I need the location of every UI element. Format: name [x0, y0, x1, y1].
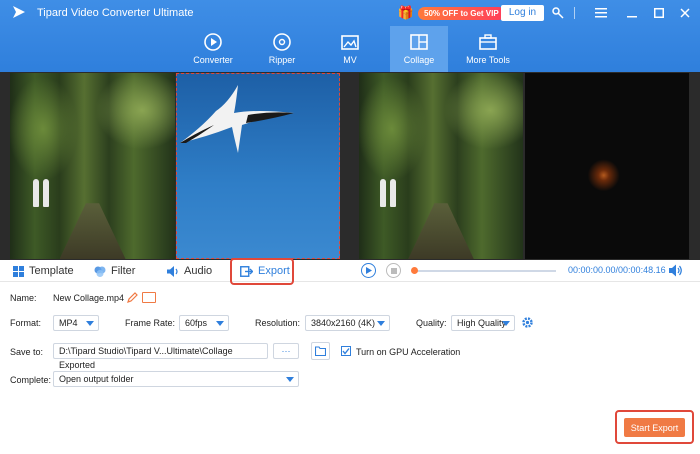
quality-label: Quality:	[416, 318, 447, 328]
chevron-down-icon	[86, 321, 94, 326]
tab-template[interactable]: Template	[13, 260, 74, 282]
framerate-value: 60fps	[185, 318, 208, 328]
checkmark-icon	[342, 348, 350, 355]
title-bar: Tipard Video Converter Ultimate 🎁 50% OF…	[0, 0, 700, 72]
format-value: MP4	[59, 318, 78, 328]
play-button[interactable]	[361, 263, 376, 278]
preview-forest	[359, 73, 523, 259]
mv-icon	[339, 31, 361, 53]
nav-tab-converter[interactable]: Converter	[184, 26, 242, 72]
quality-value: High Quality	[457, 318, 507, 328]
format-select[interactable]: MP4	[53, 315, 99, 331]
resolution-label: Resolution:	[255, 318, 301, 328]
nav-tab-mv[interactable]: MV	[321, 26, 379, 72]
export-tab-highlight	[230, 258, 294, 285]
nav-label: Collage	[403, 55, 435, 65]
browse-label: ···	[281, 346, 291, 356]
edit-tabs: Template Filter Audio Export	[0, 260, 350, 282]
forest-path	[408, 203, 474, 259]
nav-tab-ripper[interactable]: Ripper	[253, 26, 311, 72]
edit-name-icon[interactable]	[127, 292, 138, 303]
login-button[interactable]: Log in	[501, 5, 544, 21]
saveto-path-field[interactable]: D:\Tipard Studio\Tipard V...Ultimate\Col…	[53, 343, 268, 370]
chevron-down-icon	[377, 321, 385, 326]
toolbox-icon	[477, 31, 499, 53]
saveto-value: D:\Tipard Studio\Tipard V...Ultimate\Col…	[59, 346, 233, 370]
nav-label: More Tools	[466, 55, 510, 65]
resolution-select[interactable]: 3840x2160 (4K)	[305, 315, 390, 331]
gift-icon: 🎁	[397, 5, 415, 20]
tab-label: Filter	[111, 265, 136, 277]
app-logo-icon	[13, 6, 25, 18]
ripper-icon	[271, 31, 293, 53]
figure-shape	[380, 179, 386, 207]
gpu-acceleration-checkbox[interactable]	[341, 346, 351, 356]
preview-area	[0, 72, 700, 260]
complete-label: Complete:	[10, 375, 52, 385]
playback-time: 00:00:00.00/00:00:48.16	[568, 265, 666, 275]
selected-cell-outline	[176, 73, 340, 259]
format-label: Format:	[10, 318, 42, 328]
folder-icon	[315, 346, 326, 356]
progress-knob[interactable]	[411, 267, 418, 274]
hd-badge-icon[interactable]	[142, 292, 156, 303]
speaker-icon	[167, 265, 179, 277]
app-title: Tipard Video Converter Ultimate	[37, 7, 194, 19]
nav-label: MV	[343, 55, 357, 65]
open-folder-button[interactable]	[311, 342, 330, 360]
forest-path	[59, 203, 126, 259]
collage-icon	[408, 31, 430, 53]
vip-promo-label: 50% OFF to Get VIP	[418, 6, 505, 20]
progress-track[interactable]	[414, 270, 556, 272]
filter-icon	[94, 266, 106, 277]
chevron-down-icon	[216, 321, 224, 326]
minimize-icon[interactable]	[625, 6, 639, 19]
tab-label: Template	[29, 265, 74, 277]
key-icon[interactable]	[551, 6, 565, 19]
complete-action-select[interactable]: Open output folder	[53, 371, 299, 387]
gear-icon[interactable]	[521, 316, 534, 329]
tab-audio[interactable]: Audio	[167, 260, 212, 282]
tab-label: Audio	[184, 265, 213, 277]
nav-label: Ripper	[268, 55, 296, 65]
browse-button[interactable]: ···	[273, 343, 299, 359]
chevron-down-icon	[502, 321, 510, 326]
name-label: Name:	[10, 293, 37, 303]
close-icon[interactable]	[678, 6, 692, 19]
stop-icon	[390, 267, 397, 274]
nav-tab-more-tools[interactable]: More Tools	[459, 26, 517, 72]
collage-cell-forest[interactable]	[10, 73, 175, 259]
nav-label: Converter	[193, 55, 233, 65]
maximize-icon[interactable]	[652, 6, 666, 19]
framerate-select[interactable]: 60fps	[179, 315, 229, 331]
menu-icon[interactable]	[594, 6, 608, 19]
play-icon	[366, 267, 372, 274]
stop-button[interactable]	[386, 263, 401, 278]
figure-shape	[43, 179, 49, 207]
framerate-label: Frame Rate:	[125, 318, 176, 328]
file-name-value: New Collage.mp4	[53, 293, 125, 303]
tab-filter[interactable]: Filter	[94, 260, 135, 282]
converter-icon	[202, 31, 224, 53]
preview-dark	[525, 73, 689, 259]
resolution-value: 3840x2160 (4K)	[311, 318, 376, 328]
template-icon	[13, 265, 24, 277]
saveto-label: Save to:	[10, 347, 44, 357]
figure-shape	[390, 179, 396, 207]
complete-value: Open output folder	[59, 374, 134, 384]
quality-select[interactable]: High Quality	[451, 315, 515, 331]
player-controls: 00:00:00.00/00:00:48.16	[350, 260, 700, 282]
volume-icon[interactable]	[669, 264, 683, 277]
figure-shape	[33, 179, 39, 207]
vip-promo[interactable]: 🎁 50% OFF to Get VIP	[398, 5, 505, 21]
gpu-acceleration-label: Turn on GPU Acceleration	[356, 347, 461, 357]
title-bar-divider	[574, 7, 575, 19]
start-export-highlight	[615, 410, 694, 444]
chevron-down-icon	[286, 377, 294, 382]
nav-tab-collage[interactable]: Collage	[390, 26, 448, 72]
